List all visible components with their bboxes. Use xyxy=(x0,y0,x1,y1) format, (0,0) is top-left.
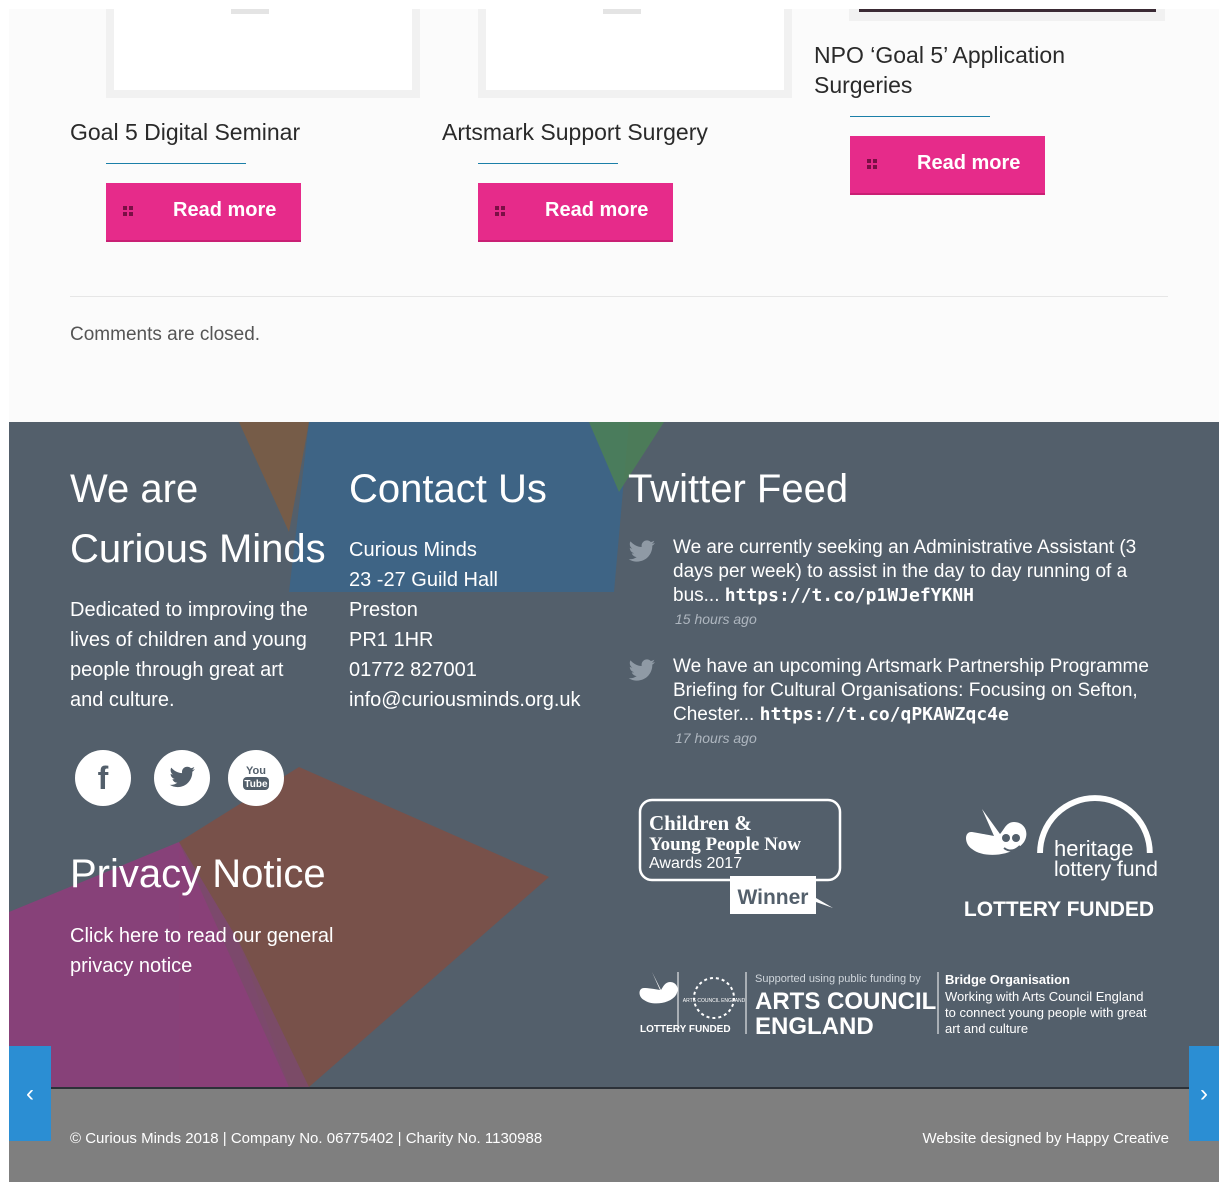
youtube-icon: You Tube xyxy=(243,765,269,790)
site-footer: We are Curious Minds Dedicated to improv… xyxy=(9,422,1219,1087)
grid-icon xyxy=(867,159,877,169)
contact-phone[interactable]: 01772 827001 xyxy=(349,655,581,685)
divider xyxy=(70,296,1168,297)
arts-council-england-logo: LOTTERY FUNDED ARTS COUNCIL ENGLAND Supp… xyxy=(639,972,1147,1040)
chevron-right-icon: › xyxy=(1200,1080,1208,1107)
title-separator xyxy=(478,163,618,164)
designer-credit-link[interactable]: Website designed by Happy Creative xyxy=(922,1130,1169,1147)
svg-text:You: You xyxy=(246,765,266,777)
tweet: We have an upcoming Artsmark Partnership… xyxy=(673,656,1149,725)
svg-text:ARTS COUNCIL: ARTS COUNCIL xyxy=(755,988,936,1015)
post-title[interactable]: Goal 5 Digital Seminar xyxy=(70,117,300,147)
svg-text:f: f xyxy=(98,760,109,796)
title-separator xyxy=(850,116,990,117)
contact-details: Curious Minds 23 -27 Guild Hall Preston … xyxy=(349,535,581,715)
svg-text:Awards 2017: Awards 2017 xyxy=(649,855,742,872)
tweet: We are currently seeking an Administrati… xyxy=(673,537,1137,606)
cypn-awards-winner-logo: Children & Young People Now Awards 2017 … xyxy=(638,798,842,914)
privacy-heading: Privacy Notice xyxy=(70,852,326,896)
post-thumbnail[interactable] xyxy=(478,9,792,98)
svg-text:Winner: Winner xyxy=(738,886,809,909)
svg-text:LOTTERY FUNDED: LOTTERY FUNDED xyxy=(964,898,1154,921)
post-title[interactable]: NPO ‘Goal 5’ Application Surgeries xyxy=(814,40,1065,100)
tweet-timestamp: 15 hours ago xyxy=(675,611,757,627)
contact-heading: Contact Us xyxy=(349,467,547,511)
twitter-icon xyxy=(169,766,195,788)
svg-text:Children &: Children & xyxy=(649,811,752,835)
copyright-text: © Curious Minds 2018 | Company No. 06775… xyxy=(70,1130,543,1147)
read-more-button[interactable]: Read more xyxy=(850,136,1045,193)
previous-post-arrow[interactable]: ‹ xyxy=(9,1046,51,1141)
comments-closed-notice: Comments are closed. xyxy=(70,324,261,345)
twitter-bird-icon xyxy=(628,659,655,681)
chevron-left-icon: ‹ xyxy=(26,1080,34,1107)
twitter-feed-heading: Twitter Feed xyxy=(628,467,849,511)
about-heading: We are Curious Minds xyxy=(70,467,326,571)
heritage-lottery-fund-logo: heritage lottery fund LOTTERY FUNDED xyxy=(964,795,1158,921)
tweet-link[interactable]: https://t.co/qPKAWZqc4e xyxy=(760,704,1009,725)
tweet-link[interactable]: https://t.co/p1WJefYKNH xyxy=(725,585,974,606)
svg-text:Supported using public funding: Supported using public funding by xyxy=(755,973,921,985)
grid-icon xyxy=(495,206,505,216)
facebook-link[interactable]: f xyxy=(75,750,131,806)
read-more-button[interactable]: Read more xyxy=(106,183,301,240)
svg-text:art and culture: art and culture xyxy=(945,1021,1028,1036)
svg-text:LOTTERY FUNDED: LOTTERY FUNDED xyxy=(640,1024,731,1035)
tweet-timestamp: 17 hours ago xyxy=(675,730,757,746)
twitter-link[interactable] xyxy=(154,750,210,806)
facebook-icon: f xyxy=(98,760,109,796)
about-description: Dedicated to improving the lives of chil… xyxy=(70,599,308,711)
svg-text:to connect young people with g: to connect young people with great xyxy=(945,1005,1147,1020)
privacy-notice-link[interactable]: Click here to read our general privacy n… xyxy=(70,921,333,981)
youtube-link[interactable]: You Tube xyxy=(228,750,284,806)
svg-text:lottery fund: lottery fund xyxy=(1054,858,1158,881)
next-post-arrow[interactable]: › xyxy=(1189,1046,1219,1141)
svg-text:Young People Now: Young People Now xyxy=(649,834,801,855)
post-thumbnail[interactable] xyxy=(106,9,420,98)
title-separator xyxy=(106,163,246,164)
svg-text:ENGLAND: ENGLAND xyxy=(755,1013,874,1040)
bottom-bar: © Curious Minds 2018 | Company No. 06775… xyxy=(9,1087,1219,1182)
svg-text:Bridge Organisation: Bridge Organisation xyxy=(945,972,1070,987)
read-more-button[interactable]: Read more xyxy=(478,183,673,240)
post-title[interactable]: Artsmark Support Surgery xyxy=(442,117,708,147)
post-thumbnail[interactable] xyxy=(849,9,1165,21)
grid-icon xyxy=(123,206,133,216)
contact-email[interactable]: info@curiousminds.org.uk xyxy=(349,685,581,715)
svg-text:Working with Arts Council Engl: Working with Arts Council England xyxy=(945,989,1143,1004)
svg-text:Tube: Tube xyxy=(244,779,268,790)
twitter-bird-icon xyxy=(628,540,655,562)
arts-council-seal-text: ARTS COUNCIL ENGLAND xyxy=(683,998,746,1004)
